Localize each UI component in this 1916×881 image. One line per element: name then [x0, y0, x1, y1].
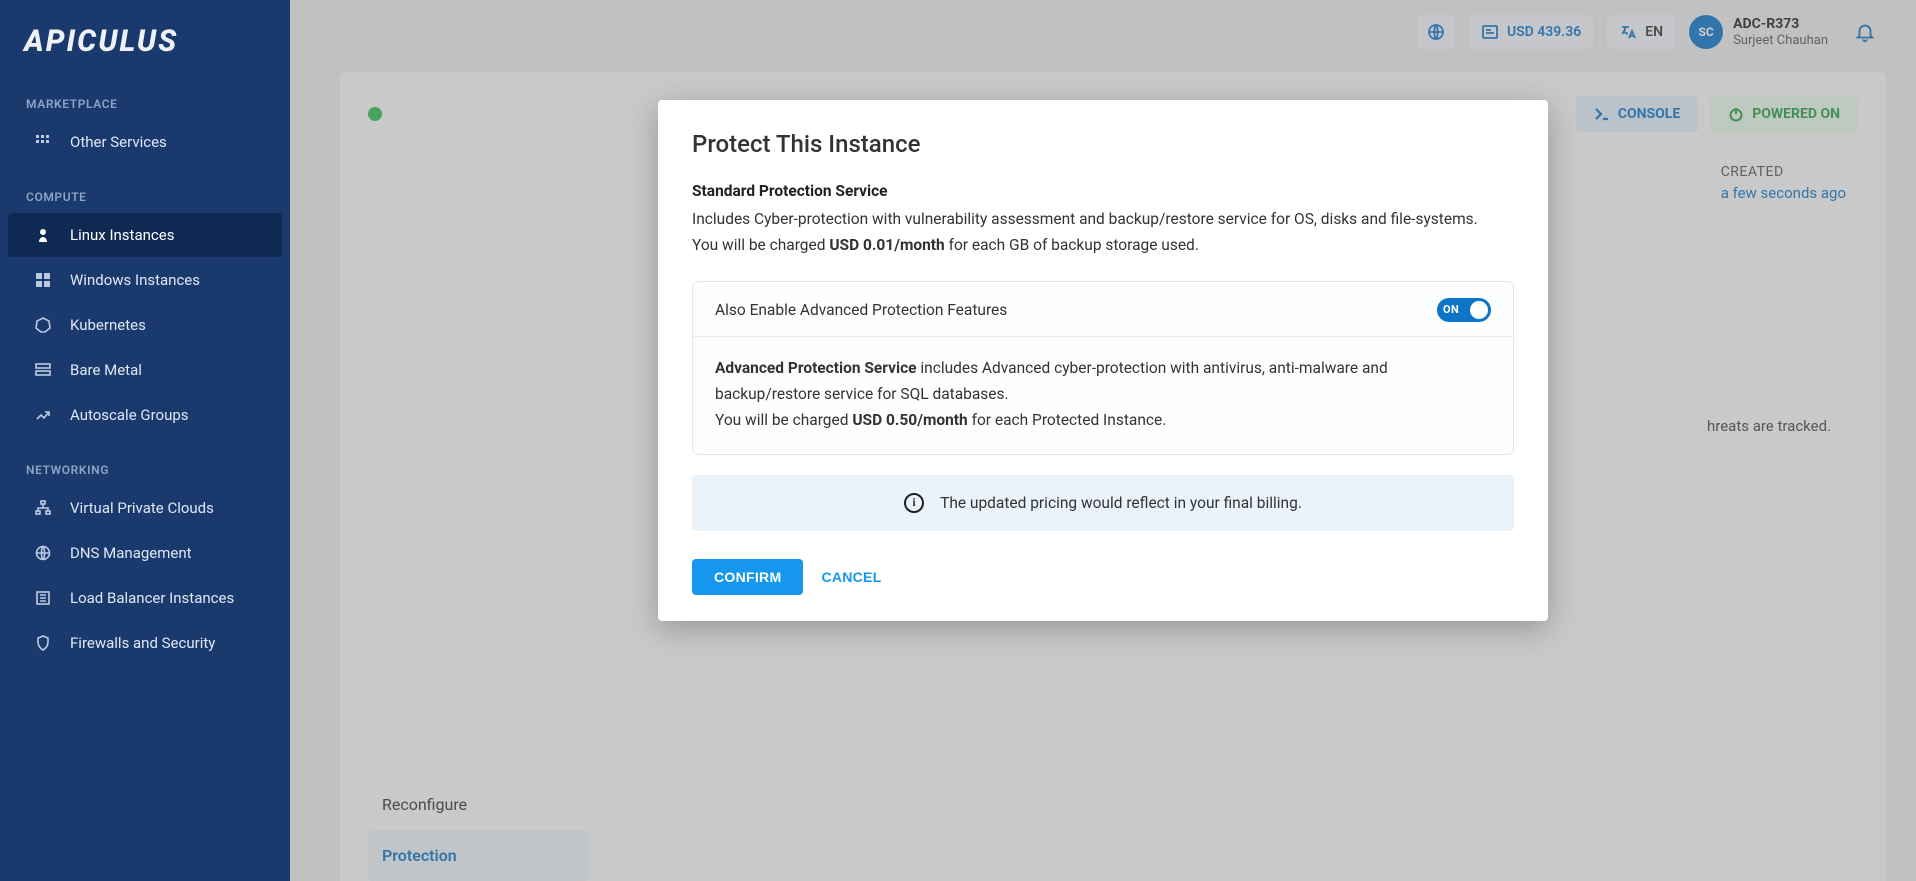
aps-line2-post: for each Protected Instance.	[968, 411, 1167, 429]
section-networking: NETWORKING	[0, 453, 290, 485]
sidebar-item-label: Bare Metal	[70, 361, 142, 379]
sidebar-item-label: Firewalls and Security	[70, 634, 215, 652]
globe-icon	[34, 544, 52, 562]
sidebar-item-label: Linux Instances	[70, 226, 174, 244]
pricing-info-bar: i The updated pricing would reflect in y…	[692, 475, 1514, 531]
cancel-button[interactable]: CANCEL	[821, 569, 881, 585]
sidebar-item-autoscale-groups[interactable]: Autoscale Groups	[8, 393, 282, 437]
sidebar-item-dns[interactable]: DNS Management	[8, 531, 282, 575]
sidebar-item-vpc[interactable]: Virtual Private Clouds	[8, 486, 282, 530]
advanced-toggle[interactable]: ON	[1437, 298, 1491, 322]
aps-title: Advanced Protection Service	[715, 359, 917, 377]
load-balancer-icon	[34, 589, 52, 607]
aps-line2-pre: You will be charged	[715, 411, 852, 429]
main-area: USD 439.36 EN SC ADC-R373 Surjeet Chauha…	[290, 0, 1916, 881]
confirm-button[interactable]: CONFIRM	[692, 559, 803, 595]
sps-line2-post: for each GB of backup storage used.	[945, 236, 1199, 254]
sidebar: APICULUS MARKETPLACE Other Services COMP…	[0, 0, 290, 881]
network-icon	[34, 499, 52, 517]
advanced-box: Also Enable Advanced Protection Features…	[692, 281, 1514, 455]
sps-desc: Includes Cyber-protection with vulnerabi…	[692, 206, 1514, 259]
advanced-toggle-label: Also Enable Advanced Protection Features	[715, 301, 1007, 319]
sps-title: Standard Protection Service	[692, 182, 1514, 200]
sidebar-item-firewalls[interactable]: Firewalls and Security	[8, 621, 282, 665]
sps-line1: Includes Cyber-protection with vulnerabi…	[692, 210, 1478, 228]
toggle-state: ON	[1443, 303, 1459, 316]
autoscale-icon	[34, 406, 52, 424]
sidebar-item-label: Kubernetes	[70, 316, 146, 334]
sidebar-item-label: Other Services	[70, 133, 167, 151]
sidebar-item-label: Autoscale Groups	[70, 406, 189, 424]
sidebar-item-windows-instances[interactable]: Windows Instances	[8, 258, 282, 302]
server-icon	[34, 361, 52, 379]
aps-desc: Advanced Protection Service includes Adv…	[715, 355, 1491, 434]
toggle-knob-icon	[1470, 301, 1488, 319]
sidebar-item-kubernetes[interactable]: Kubernetes	[8, 303, 282, 347]
sidebar-item-label: DNS Management	[70, 544, 192, 562]
shield-icon	[34, 634, 52, 652]
brand-text: APICULUS	[24, 24, 266, 59]
sidebar-item-other-services[interactable]: Other Services	[8, 120, 282, 164]
brand-logo: APICULUS	[0, 14, 290, 87]
section-marketplace: MARKETPLACE	[0, 87, 290, 119]
sidebar-item-label: Load Balancer Instances	[70, 589, 234, 607]
kubernetes-icon	[34, 316, 52, 334]
protect-instance-modal: Protect This Instance Standard Protectio…	[658, 100, 1548, 621]
modal-overlay: Protect This Instance Standard Protectio…	[290, 0, 1916, 881]
sidebar-item-load-balancers[interactable]: Load Balancer Instances	[8, 576, 282, 620]
aps-line2-bold: USD 0.50/month	[852, 411, 967, 429]
sidebar-item-linux-instances[interactable]: Linux Instances	[8, 213, 282, 257]
sidebar-item-bare-metal[interactable]: Bare Metal	[8, 348, 282, 392]
sidebar-item-label: Windows Instances	[70, 271, 200, 289]
sps-line2-bold: USD 0.01/month	[829, 236, 944, 254]
section-compute: COMPUTE	[0, 180, 290, 212]
modal-title: Protect This Instance	[692, 130, 1514, 158]
linux-icon	[34, 226, 52, 244]
info-text: The updated pricing would reflect in you…	[940, 494, 1302, 512]
sps-line2-pre: You will be charged	[692, 236, 829, 254]
windows-icon	[34, 271, 52, 289]
info-icon: i	[904, 493, 924, 513]
sidebar-item-label: Virtual Private Clouds	[70, 499, 214, 517]
grid-icon	[34, 133, 52, 151]
